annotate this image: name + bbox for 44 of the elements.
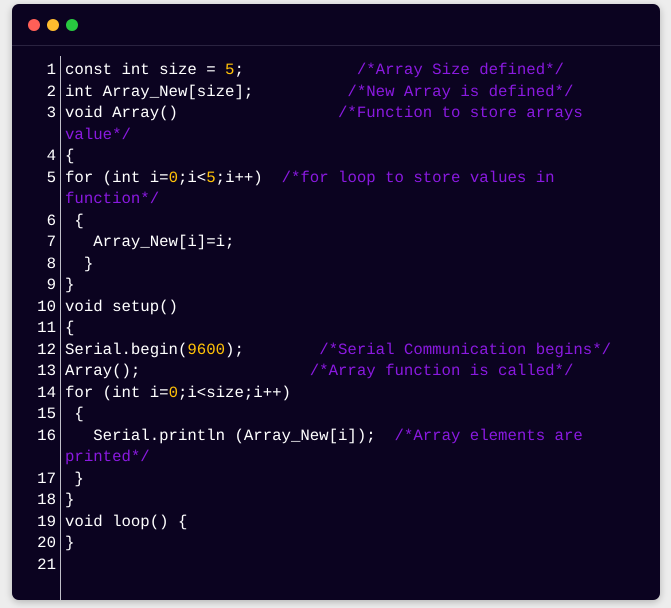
line-number: 2 <box>46 82 57 102</box>
line-number: 6 <box>46 210 57 232</box>
line-number: 17 <box>36 468 57 490</box>
code-line: { <box>64 146 76 167</box>
code-line: { <box>73 210 85 232</box>
line-number: 21 <box>36 554 57 576</box>
close-icon[interactable] <box>28 18 40 30</box>
line-number: 15 <box>36 404 57 425</box>
code-line: Serial.begin(9600); /*Serial Communication begins*/ <box>64 340 612 360</box>
code-line: int Array_New[size]; /*New Array is defined*/ <box>64 82 574 102</box>
line-number: 16 <box>36 426 57 446</box>
line-number: 8 <box>46 254 57 274</box>
code-line: Array_New[i]=i; <box>92 232 236 253</box>
code-line: void Array() /*Function to store arrays value*/ <box>64 103 584 146</box>
line-number: 19 <box>36 512 57 532</box>
line-number: 9 <box>46 275 57 296</box>
maximize-icon[interactable] <box>66 18 78 30</box>
line-number: 4 <box>46 146 57 167</box>
code-line: } <box>64 533 76 554</box>
line-number: 13 <box>36 361 57 382</box>
line-number: 18 <box>36 490 57 511</box>
line-number: 14 <box>36 382 57 404</box>
line-number: 1 <box>46 60 57 81</box>
code-line: } <box>64 275 76 296</box>
code-line: void loop() { <box>64 512 188 532</box>
code-line: { <box>73 404 85 425</box>
code-line: void setup() <box>64 296 179 318</box>
line-number: 20 <box>36 533 57 554</box>
code-line: for (int i=0;i<size;i++) <box>64 382 292 404</box>
code-line: Serial.println (Array_New[i]); /*Array elements are printed*/ <box>64 426 584 468</box>
code-line: Array(); /*Array function is called*/ <box>64 361 574 382</box>
line-number: 11 <box>36 318 57 339</box>
line-number: 3 <box>46 103 57 124</box>
line-number: 12 <box>36 340 57 360</box>
code-line: } <box>73 468 85 490</box>
line-number: 7 <box>46 232 57 253</box>
code-line: } <box>82 254 94 274</box>
code-line: for (int i=0;i<5;i++) /*for loop to store values in function*/ <box>64 168 556 210</box>
minimize-icon[interactable] <box>47 18 59 30</box>
code-line: { <box>64 318 76 339</box>
code-line: } <box>64 490 76 511</box>
line-number: 10 <box>36 296 57 318</box>
code-line: const int size = 5; /*Array Size defined*/ <box>64 60 565 81</box>
line-number: 5 <box>46 168 57 188</box>
